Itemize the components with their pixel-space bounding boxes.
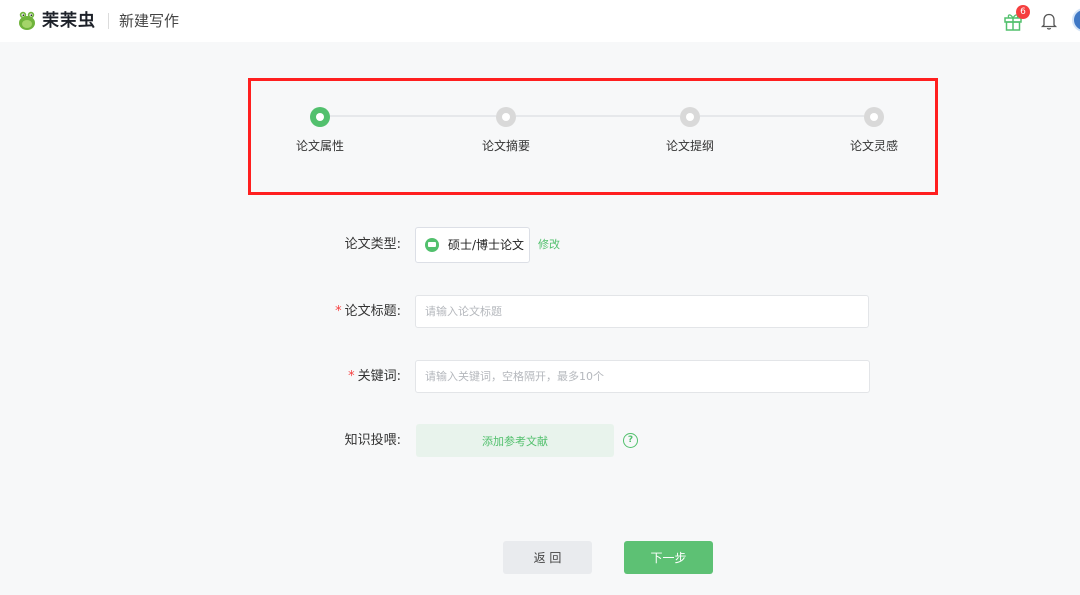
- brand-name[interactable]: 茉茉虫: [42, 9, 96, 33]
- page-title: 新建写作: [119, 12, 180, 30]
- notification-badge: 6: [1016, 5, 1030, 19]
- step-2-label[interactable]: 论文摘要: [466, 138, 546, 154]
- header-divider: [108, 13, 109, 29]
- required-mark: *: [335, 304, 342, 319]
- add-reference-button[interactable]: 添加参考文献: [416, 424, 614, 457]
- step-progress-panel: [248, 78, 938, 195]
- next-step-button[interactable]: 下一步: [624, 541, 713, 574]
- help-icon[interactable]: ?: [623, 433, 638, 448]
- knowledge-feed-label: 知识投喂:: [344, 433, 401, 448]
- paper-type-label: 论文类型:: [344, 237, 401, 252]
- paper-title-label: * 论文标题:: [281, 303, 401, 321]
- keywords-label: * 关键词:: [281, 368, 401, 386]
- paper-type-selector[interactable]: 硕士/博士论文: [415, 227, 530, 263]
- bug-logo-icon[interactable]: [16, 9, 38, 31]
- avatar[interactable]: [1072, 8, 1080, 32]
- paper-title-input[interactable]: [415, 295, 869, 328]
- step-4-label[interactable]: 论文灵感: [834, 138, 914, 154]
- step-4-indicator[interactable]: [864, 107, 884, 127]
- bell-icon[interactable]: [1040, 11, 1058, 31]
- back-button[interactable]: 返 回: [503, 541, 592, 574]
- step-connector: [330, 115, 496, 117]
- step-1-indicator[interactable]: [310, 107, 330, 127]
- step-2-indicator[interactable]: [496, 107, 516, 127]
- paper-type-value: 硕士/博士论文: [448, 238, 525, 252]
- step-3-label[interactable]: 论文提纲: [650, 138, 730, 154]
- step-connector: [700, 115, 864, 117]
- required-mark: *: [348, 369, 355, 384]
- paper-title-label-text: 论文标题:: [344, 304, 401, 319]
- step-1-label[interactable]: 论文属性: [280, 138, 360, 154]
- graduation-cap-icon: [425, 238, 439, 252]
- step-3-indicator[interactable]: [680, 107, 700, 127]
- top-header: 茉茉虫 新建写作 6: [0, 0, 1080, 42]
- keywords-label-text: 关键词:: [357, 369, 401, 384]
- modify-type-link[interactable]: 修改: [538, 238, 560, 252]
- keywords-input[interactable]: [415, 360, 870, 393]
- step-connector: [516, 115, 680, 117]
